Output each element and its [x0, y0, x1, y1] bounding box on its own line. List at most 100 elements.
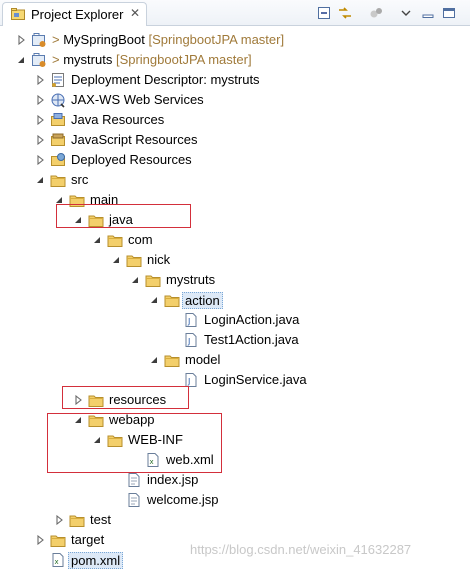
tree-item-label: LoginAction.java: [204, 312, 299, 327]
git-decoration: [SpringbootJPA master]: [144, 32, 285, 47]
tree-item-label: > mystruts [SpringbootJPA master]: [52, 52, 252, 67]
collapsed-arrow-icon[interactable]: [35, 534, 45, 546]
expanded-arrow-icon[interactable]: [149, 354, 159, 366]
item-name: JavaScript Resources: [71, 132, 198, 147]
javascript-resources-icon: [51, 133, 65, 146]
git-prefix: >: [52, 32, 64, 47]
expanded-arrow-icon[interactable]: [16, 54, 26, 66]
tree-item-label: model: [185, 352, 220, 367]
folder-icon: [164, 355, 180, 367]
tree-item[interactable]: Deployed Resources: [0, 150, 470, 170]
expanded-arrow-icon[interactable]: [149, 294, 159, 306]
tree-item-label: Test1Action.java: [204, 332, 299, 347]
maximize-icon[interactable]: [441, 5, 457, 21]
collapsed-arrow-icon[interactable]: [16, 34, 26, 46]
item-name: index.jsp: [147, 472, 199, 487]
tree-item[interactable]: model: [0, 350, 470, 370]
tree-item[interactable]: test: [0, 510, 470, 530]
close-icon[interactable]: ✕: [130, 6, 140, 20]
tree-item-label: mystruts: [166, 272, 215, 287]
tree-item-label: JavaScript Resources: [71, 132, 197, 147]
tree-item[interactable]: nick: [0, 250, 470, 270]
item-name: JAX-WS Web Services: [71, 92, 204, 107]
tree-item-label: Deployment Descriptor: mystruts: [71, 72, 260, 87]
item-name: mystruts: [166, 272, 216, 287]
folder-icon: [107, 235, 123, 247]
item-name: com: [128, 232, 153, 247]
java-file-icon: J: [185, 333, 197, 347]
collapsed-arrow-icon[interactable]: [35, 114, 45, 126]
folder-icon: [126, 255, 142, 267]
tree-item[interactable]: J LoginAction.java: [0, 310, 470, 330]
java-resources-icon: [51, 113, 65, 126]
project-explorer-icon: [11, 8, 25, 20]
view-menu-icon[interactable]: [398, 5, 414, 21]
collapsed-arrow-icon[interactable]: [35, 134, 45, 146]
tree-item-label: nick: [147, 252, 170, 267]
tree-item-label: JAX-WS Web Services: [71, 92, 204, 107]
tree-item-label: pom.xml: [68, 552, 124, 569]
expanded-arrow-icon[interactable]: [130, 274, 140, 286]
tree-item[interactable]: J Test1Action.java: [0, 330, 470, 350]
highlight-box-resources: [62, 386, 189, 409]
tree-item[interactable]: JavaScript Resources: [0, 130, 470, 150]
project-icon: [32, 53, 46, 67]
tree-item[interactable]: Deployment Descriptor: mystruts: [0, 70, 470, 90]
tree-item[interactable]: com: [0, 230, 470, 250]
minimize-icon[interactable]: [420, 5, 436, 21]
item-name: welcome.jsp: [147, 492, 219, 507]
git-decoration: [SpringbootJPA master]: [112, 52, 252, 67]
filter-icon[interactable]: [368, 5, 384, 21]
tree-item[interactable]: > mystruts [SpringbootJPA master]: [0, 50, 470, 70]
item-name: test: [90, 512, 111, 527]
link-with-editor-icon[interactable]: [337, 5, 353, 21]
folder-icon: [69, 515, 85, 527]
highlight-box-java: [56, 204, 191, 228]
tree-item[interactable]: > MySpringBoot [SpringbootJPA master]: [0, 30, 470, 50]
tree-item-label: LoginService.java: [204, 372, 307, 387]
folder-icon: [145, 275, 161, 287]
tree-item[interactable]: src: [0, 170, 470, 190]
expanded-arrow-icon[interactable]: [111, 254, 121, 266]
tree-item[interactable]: Java Resources: [0, 110, 470, 130]
tree-item-label: target: [71, 532, 104, 547]
collapsed-arrow-icon[interactable]: [35, 154, 45, 166]
item-name: Test1Action.java: [204, 332, 299, 347]
expanded-arrow-icon[interactable]: [35, 174, 45, 186]
item-name: target: [71, 532, 105, 547]
view-tab-bar: Project Explorer ✕: [0, 0, 470, 26]
item-name: Java Resources: [71, 112, 165, 127]
tree-item[interactable]: welcome.jsp: [0, 490, 470, 510]
svg-text:J: J: [187, 337, 190, 346]
item-name: pom.xml: [71, 553, 121, 568]
svg-text:x: x: [55, 558, 59, 566]
deployed-resources-icon: [51, 153, 65, 166]
item-name: Deployed Resources: [71, 152, 192, 167]
tree-item-label: com: [128, 232, 153, 247]
highlight-box-webapp: [47, 413, 222, 473]
collapsed-arrow-icon[interactable]: [54, 514, 64, 526]
tree-item[interactable]: index.jsp: [0, 470, 470, 490]
tree-item[interactable]: mystruts: [0, 270, 470, 290]
item-name: LoginAction.java: [204, 312, 300, 327]
tree-item[interactable]: JAX-WS Web Services: [0, 90, 470, 110]
expanded-arrow-icon[interactable]: [92, 234, 102, 246]
java-file-icon: J: [185, 313, 197, 327]
project-explorer-tab[interactable]: Project Explorer ✕: [2, 2, 147, 26]
tree-item-label: welcome.jsp: [147, 492, 219, 507]
tree-item-label: Deployed Resources: [71, 152, 192, 167]
tree-item-label: test: [90, 512, 111, 527]
tree-item[interactable]: action: [0, 290, 470, 310]
web-services-icon: [51, 93, 65, 108]
collapsed-arrow-icon[interactable]: [35, 94, 45, 106]
item-name: LoginService.java: [204, 372, 307, 387]
item-name: model: [185, 352, 221, 367]
folder-icon: [50, 535, 66, 547]
tree-item-label: > MySpringBoot [SpringbootJPA master]: [52, 32, 284, 47]
folder-icon: [164, 295, 180, 307]
item-name: action: [185, 293, 220, 308]
item-name: src: [71, 172, 89, 187]
collapse-all-icon[interactable]: [316, 5, 332, 21]
view-title: Project Explorer: [31, 7, 124, 22]
collapsed-arrow-icon[interactable]: [35, 74, 45, 86]
